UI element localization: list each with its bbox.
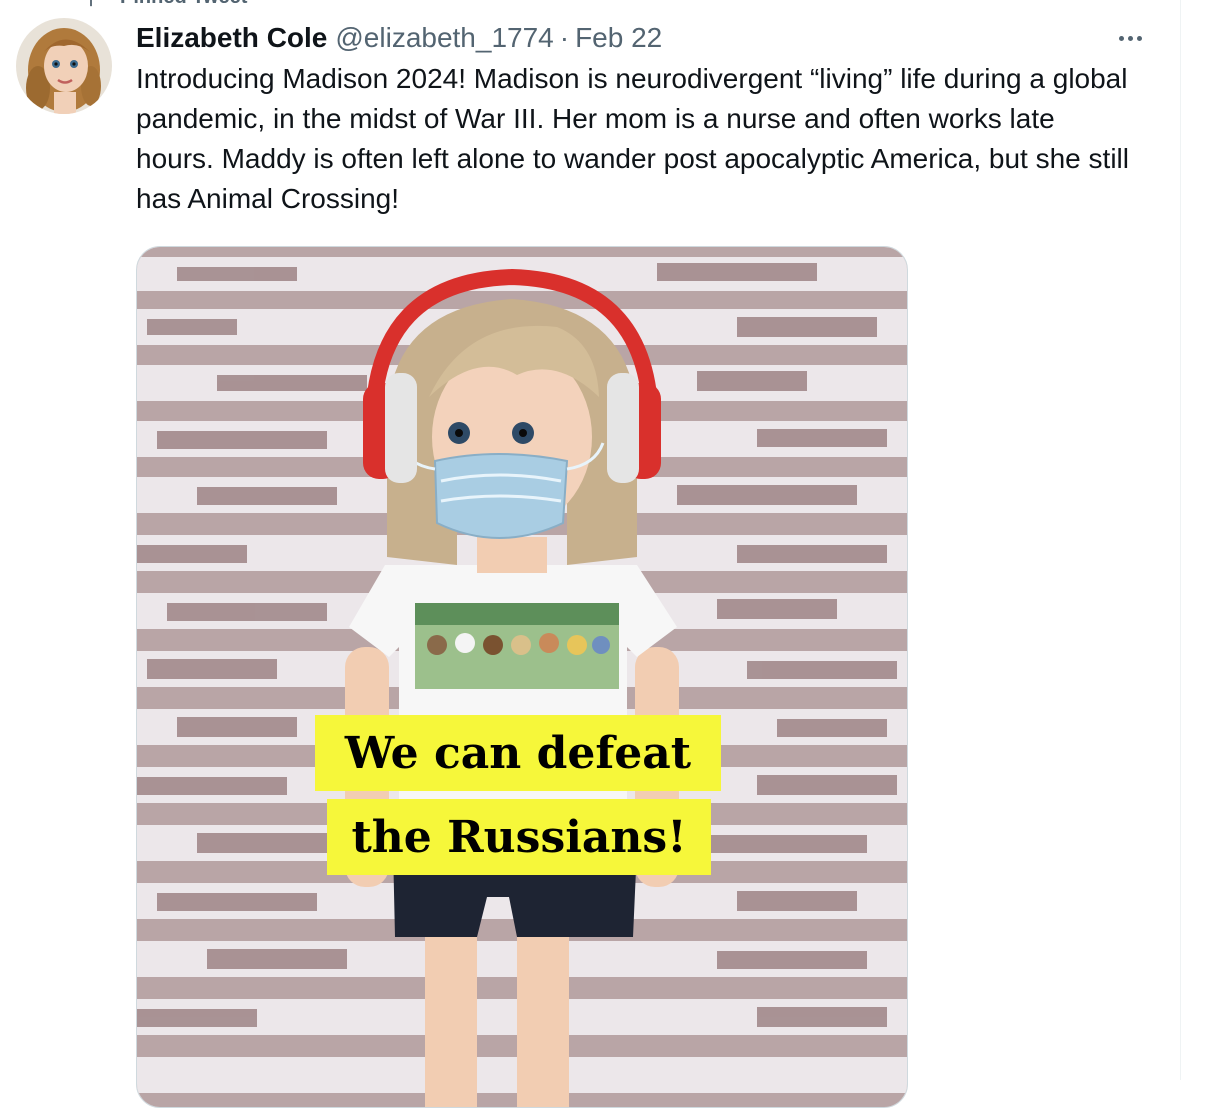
tweet-content: Elizabeth Cole @elizabeth_1774 · Feb 22 … xyxy=(136,18,1146,219)
doll-photo xyxy=(137,247,907,1107)
more-options-icon xyxy=(1117,35,1144,41)
more-options-button[interactable] xyxy=(1110,22,1150,54)
tweet-text: Introducing Madison 2024! Madison is neu… xyxy=(136,63,1129,214)
pinned-tweet-indicator: Pinned Tweet xyxy=(80,0,247,8)
tweet-media-image[interactable]: We can defeat the Russians! xyxy=(136,246,908,1108)
pinned-label: Pinned Tweet xyxy=(120,0,247,9)
author-avatar[interactable] xyxy=(16,18,112,114)
media-caption-line-1: We can defeat xyxy=(315,715,721,791)
tweet-header: Elizabeth Cole @elizabeth_1774 · Feb 22 xyxy=(136,18,1146,58)
tweet-timestamp[interactable]: Feb 22 xyxy=(575,18,662,58)
author-display-name[interactable]: Elizabeth Cole xyxy=(136,18,327,58)
media-caption-line-2: the Russians! xyxy=(327,799,711,875)
doll-avatar-icon xyxy=(16,18,112,114)
pin-icon xyxy=(90,0,92,7)
column-border xyxy=(1180,0,1181,1080)
author-handle[interactable]: @elizabeth_1774 xyxy=(335,18,553,58)
header-separator: · xyxy=(559,22,570,53)
